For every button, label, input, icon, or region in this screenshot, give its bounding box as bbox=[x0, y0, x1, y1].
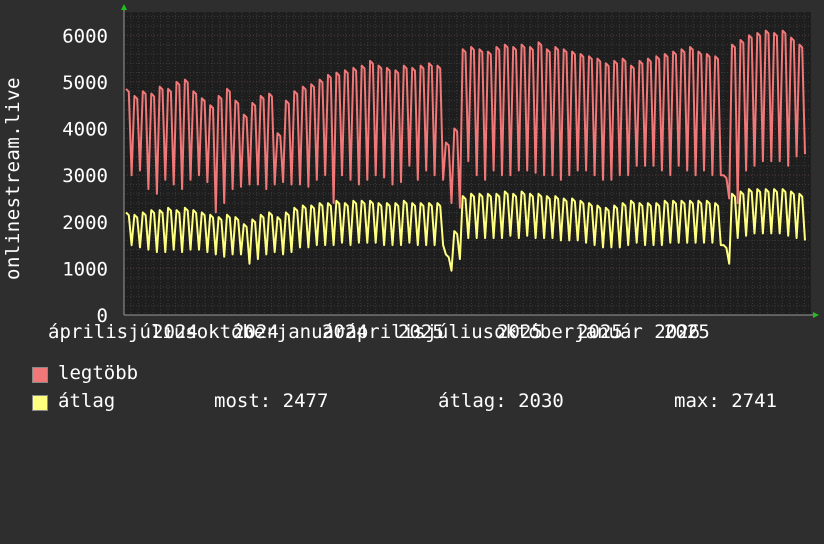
chart-stage: 0 1000 2000 3000 4000 5000 6000 áprilisjúliusok… bbox=[0, 0, 824, 430]
y-tick-label: 2000 bbox=[62, 212, 108, 234]
y-tick-label: 5000 bbox=[62, 72, 108, 94]
x-tick-label-year: 2025 bbox=[497, 321, 543, 343]
x-tick-label-year: 2025 bbox=[398, 321, 444, 343]
y-tick-label: 4000 bbox=[62, 119, 108, 141]
y-tick-label: 3000 bbox=[62, 165, 108, 187]
legend-row-avg: átlag most: 2477 átlag: 2030 max: 2741 bbox=[32, 390, 802, 414]
legend-label-max: legtöbb bbox=[58, 362, 139, 384]
x-tick-label-year: 2025 bbox=[577, 321, 623, 343]
x-axis-arrow bbox=[813, 312, 819, 318]
legend-swatch-avg bbox=[32, 395, 48, 411]
stat-max: max: 2741 bbox=[674, 390, 777, 412]
x-tick-label-year: 2024 bbox=[152, 321, 198, 343]
y-axis-label: onlinestream.live bbox=[2, 77, 24, 280]
legend-label-avg: átlag bbox=[58, 390, 116, 412]
x-tick-label-year: 2025 bbox=[664, 321, 710, 343]
legend-row-max: legtöbb bbox=[32, 362, 792, 386]
legend-swatch-max bbox=[32, 367, 48, 383]
y-tick-label: 1000 bbox=[62, 258, 108, 280]
stat-now: most: 2477 bbox=[214, 390, 329, 412]
stat-avg: átlag: 2030 bbox=[438, 390, 564, 412]
y-axis-arrow bbox=[121, 4, 127, 10]
x-tick-label-year: 2024 bbox=[322, 321, 368, 343]
y-tick-label: 6000 bbox=[62, 25, 108, 47]
x-tick-label-year: 2024 bbox=[233, 321, 279, 343]
